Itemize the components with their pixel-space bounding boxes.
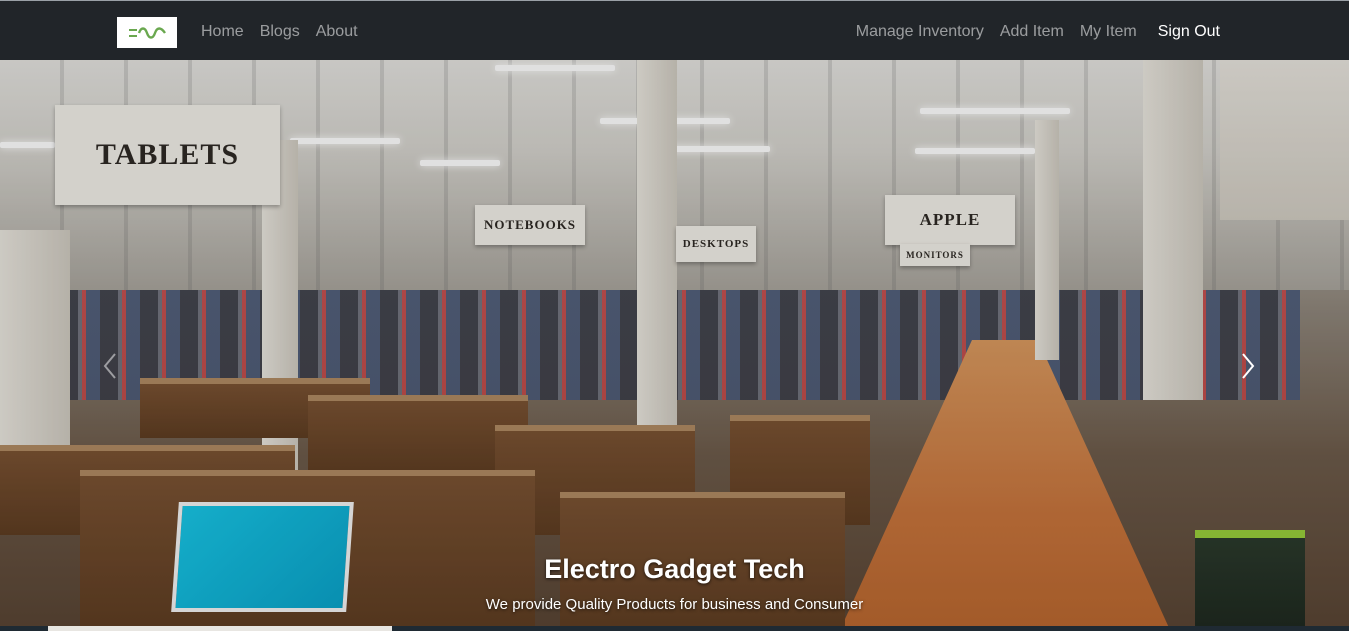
carousel-caption-subtitle: We provide Quality Products for business… (485, 596, 864, 613)
brand-logo[interactable] (117, 17, 177, 48)
carousel-caption-title: Electro Gadget Tech (544, 554, 805, 584)
next-section-edge (0, 626, 1349, 631)
chevron-right-icon (1242, 353, 1255, 379)
hero-carousel: TABLETS NOTEBOOKS DESKTOPS APPLE MONITOR… (0, 60, 1349, 626)
sign-out-button[interactable]: Sign Out (1158, 22, 1220, 42)
chevron-left-icon (103, 353, 116, 379)
carousel-next-button[interactable] (1236, 346, 1260, 386)
next-section-image (48, 626, 392, 631)
nav-right: Manage Inventory Add Item My Item Sign O… (840, 22, 1220, 42)
nav-add-item-link[interactable]: Add Item (1000, 22, 1064, 42)
nav-about-link[interactable]: About (316, 22, 358, 42)
nav-blogs-link[interactable]: Blogs (260, 22, 300, 42)
nav-left: Home Blogs About (201, 22, 374, 42)
nav-my-item-link[interactable]: My Item (1080, 22, 1137, 42)
nav-home-link[interactable]: Home (201, 22, 244, 42)
navbar: Home Blogs About Manage Inventory Add It… (0, 0, 1349, 60)
image-overlay (0, 60, 1349, 626)
carousel-prev-button[interactable] (98, 346, 122, 386)
logo-icon (129, 26, 166, 39)
nav-manage-inventory-link[interactable]: Manage Inventory (856, 22, 984, 42)
